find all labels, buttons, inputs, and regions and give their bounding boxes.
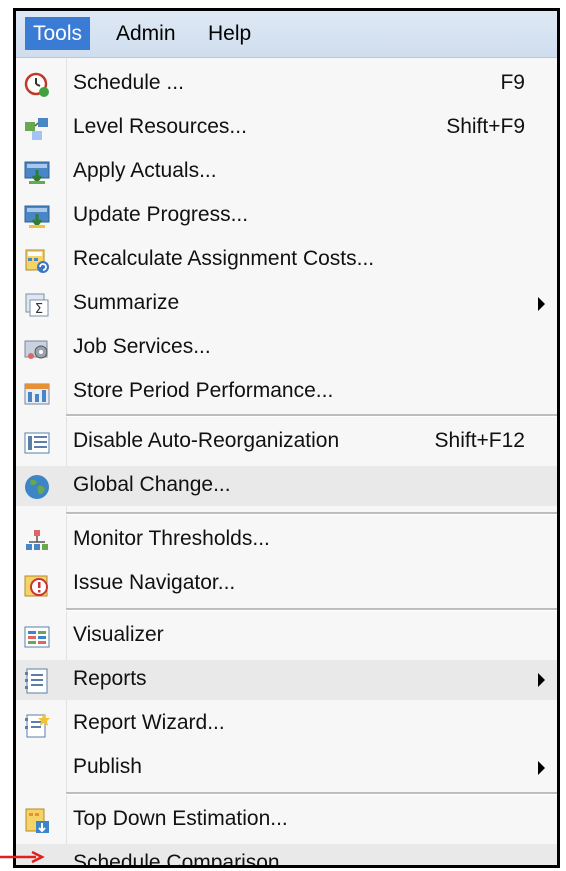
menu-item-label: Level Resources... [73,115,247,138]
submenu-arrow-icon [538,761,545,775]
menu-admin[interactable]: Admin [108,17,184,50]
menu-item-disable-reorg[interactable]: Disable Auto-Reorganization Shift+F12 [16,422,557,462]
menu-item-schedule[interactable]: Schedule ... F9 [16,64,557,104]
issue-navigator-icon [24,575,48,597]
update-progress-icon [24,205,50,228]
menu-separator [66,608,557,611]
menu-item-publish[interactable]: Publish [16,748,557,788]
menu-item-label: Job Services... [73,335,211,358]
menu-separator [66,512,557,515]
recalculate-icon [25,249,49,273]
menu-item-label: Disable Auto-Reorganization [73,429,340,452]
menu-item-label: Schedule Comparison [73,851,280,868]
tools-menu-window: Tools Admin Help Schedule ... F9 Level R… [13,8,560,868]
menu-bar: Tools Admin Help [16,11,557,58]
menu-item-store-period[interactable]: Store Period Performance... [16,372,557,412]
menu-item-label: Global Change... [73,473,231,496]
summarize-icon: Σ [25,293,49,317]
menu-item-schedule-comparison[interactable]: Schedule Comparison [16,844,557,868]
menu-item-global-change[interactable]: Global Change... [16,466,557,506]
menu-item-label: Reports [73,667,147,690]
menu-item-visualizer[interactable]: Visualizer [16,616,557,656]
menu-item-label: Schedule ... [73,71,184,94]
report-wizard-icon [25,713,50,738]
menu-tools[interactable]: Tools [25,17,91,50]
menu-item-label: Update Progress... [73,203,249,226]
level-resources-icon [25,118,48,140]
menu-help[interactable]: Help [200,17,259,50]
job-services-icon [24,340,48,359]
shortcut-text: Shift+F12 [434,429,525,452]
menu-item-label: Recalculate Assignment Costs... [73,247,375,270]
menu-item-apply-actuals[interactable]: Apply Actuals... [16,152,557,192]
shortcut-text: Shift+F9 [446,115,525,138]
menu-item-level-resources[interactable]: Level Resources... Shift+F9 [16,108,557,148]
menu-item-report-wizard[interactable]: Report Wizard... [16,704,557,744]
menu-item-update-progress[interactable]: Update Progress... [16,196,557,236]
store-period-icon [24,383,50,405]
apply-actuals-icon [24,161,50,184]
reports-icon [25,668,48,694]
visualizer-icon [24,626,50,648]
menu-item-label: Top Down Estimation... [73,807,288,830]
menu-item-label: Publish [73,755,142,778]
menu-item-label: Apply Actuals... [73,159,217,182]
menu-separator [66,792,557,795]
menu-item-issue-navigator[interactable]: Issue Navigator... [16,564,557,604]
menu-item-reports[interactable]: Reports [16,660,557,700]
menu-item-monitor-thresholds[interactable]: Monitor Thresholds... [16,520,557,560]
top-down-estimation-icon [25,808,49,833]
submenu-arrow-icon [538,673,545,687]
menu-item-label: Issue Navigator... [73,571,236,594]
clock-icon [24,72,49,97]
red-arrow-pointer-icon [0,851,45,863]
menu-item-label: Store Period Performance... [73,379,334,402]
shortcut-text: F9 [500,71,525,94]
menu-item-label: Monitor Thresholds... [73,527,270,550]
svg-text:Σ: Σ [35,302,43,317]
menu-separator [66,414,557,417]
menu-item-recalculate-costs[interactable]: Recalculate Assignment Costs... [16,240,557,280]
monitor-thresholds-icon [26,530,48,550]
submenu-arrow-icon [538,297,545,311]
disable-reorg-icon [24,432,50,454]
menu-item-label: Report Wizard... [73,711,225,734]
tools-dropdown: Schedule ... F9 Level Resources... Shift… [16,58,557,868]
menu-item-job-services[interactable]: Job Services... [16,328,557,368]
menu-item-label: Summarize [73,291,180,314]
globe-icon [25,475,49,499]
menu-item-top-down-estimation[interactable]: Top Down Estimation... [16,800,557,840]
menu-item-summarize[interactable]: Σ Summarize [16,284,557,324]
menu-item-label: Visualizer [73,623,164,646]
